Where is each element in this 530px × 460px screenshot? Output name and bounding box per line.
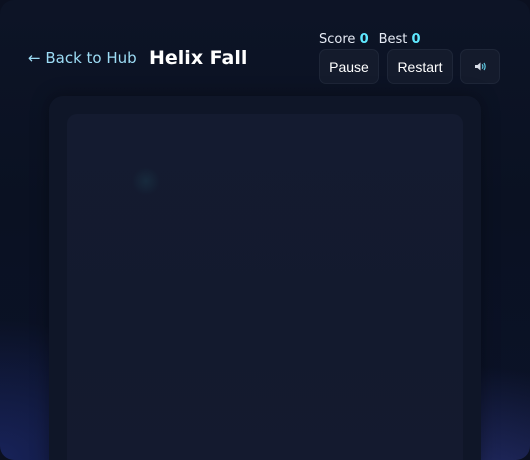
restart-button[interactable]: Restart	[387, 49, 453, 84]
game-window: ← Back to Hub Helix Fall Score 0 Best 0 P…	[0, 0, 530, 460]
best-label: Best	[378, 32, 408, 47]
game-title: Helix Fall	[149, 47, 248, 69]
pause-button[interactable]: Pause	[319, 49, 379, 84]
back-to-hub-link[interactable]: ← Back to Hub	[28, 49, 137, 67]
game-canvas[interactable]	[67, 114, 463, 460]
best-value: 0	[411, 32, 421, 47]
score-value: 0	[359, 32, 369, 47]
sound-toggle-button[interactable]	[460, 49, 500, 84]
speaker-icon	[474, 62, 486, 71]
score-panel: Score 0 Best 0	[319, 32, 421, 48]
score-label: Score	[319, 32, 356, 47]
